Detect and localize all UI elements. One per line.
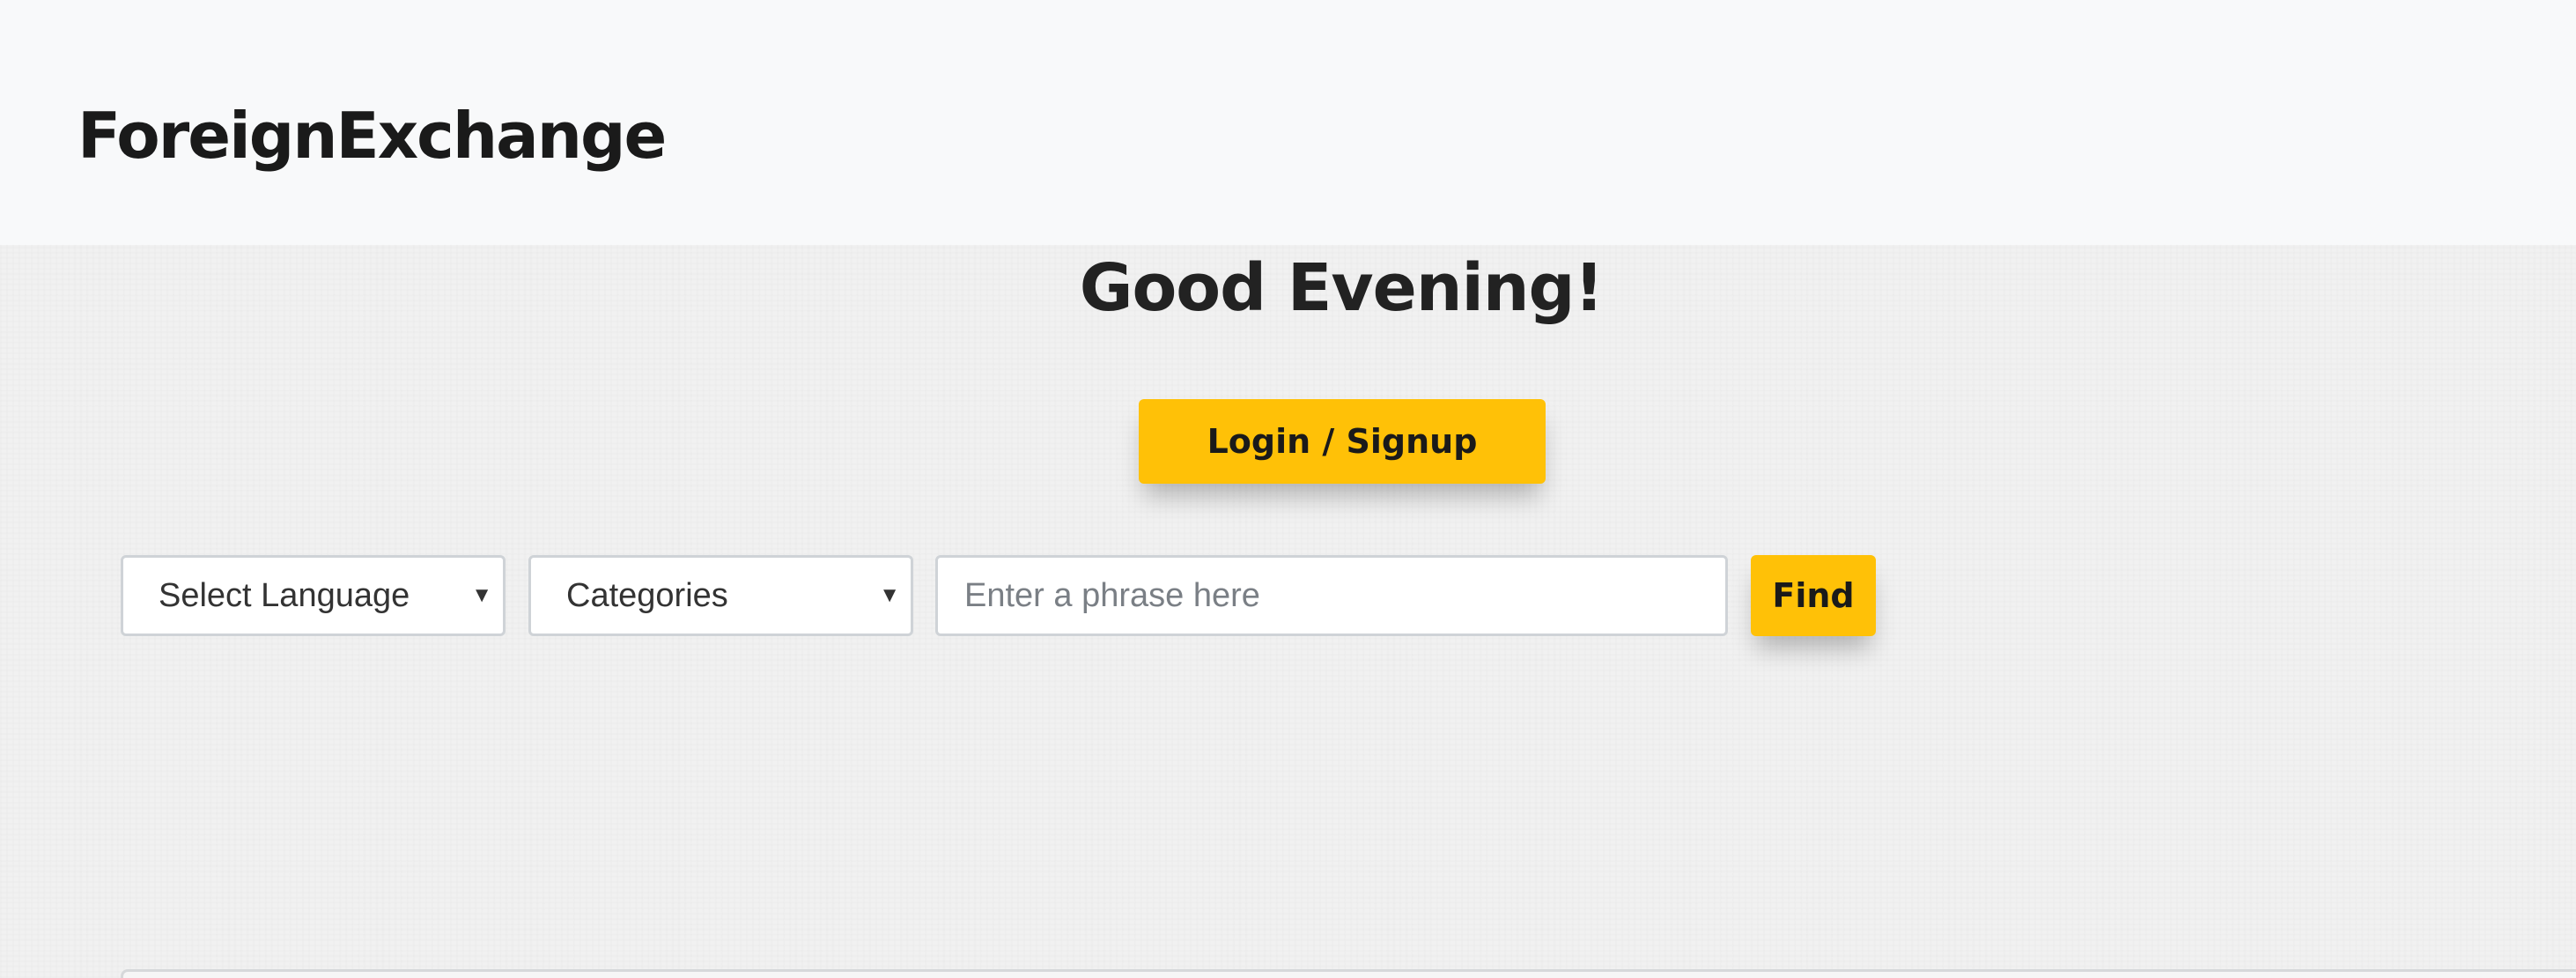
find-button[interactable]: Find [1751,555,1876,636]
category-select-value: Categories [566,577,728,614]
chevron-down-icon: ▼ [879,583,900,607]
login-signup-button[interactable]: Login / Signup [1139,399,1546,484]
page-title: Good Evening! [1079,250,1605,326]
chevron-down-icon: ▼ [471,583,492,607]
navbar: ForeignExchange [0,0,2576,245]
phrase-input[interactable] [935,555,1728,636]
brand-logo[interactable]: ForeignExchange [78,92,667,180]
language-select-value: Select Language [159,577,410,614]
category-select[interactable]: Categories ▼ [528,555,913,636]
results-panel [121,969,2576,978]
language-select[interactable]: Select Language ▼ [121,555,506,636]
